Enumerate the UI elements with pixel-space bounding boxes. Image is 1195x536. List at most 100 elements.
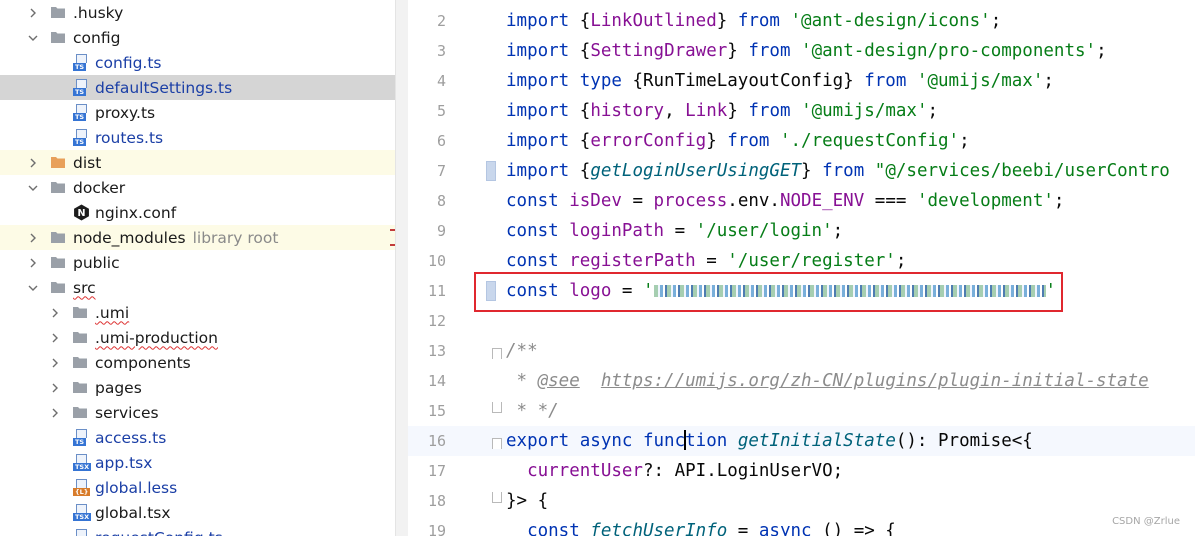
- tree-item[interactable]: services: [0, 400, 395, 425]
- line-number: 15: [427, 402, 446, 420]
- line-number: 9: [436, 222, 446, 240]
- tree-item[interactable]: {L} global.less: [0, 475, 395, 500]
- tree-item[interactable]: Nnginx.conf: [0, 200, 395, 225]
- tree-item[interactable]: TS routes.ts: [0, 125, 395, 150]
- line-number: 17: [427, 462, 446, 480]
- code-line[interactable]: 19 const fetchUserInfo = async () => {: [408, 516, 1195, 536]
- tree-item-label: requestConfig.ts: [95, 529, 223, 536]
- tree-item-label: access.ts: [95, 428, 167, 447]
- folder-icon: [72, 354, 88, 370]
- code-line[interactable]: 3 import {SettingDrawer} from '@ant-desig…: [408, 36, 1195, 66]
- code-line[interactable]: 9 const loginPath = '/user/login';: [408, 216, 1195, 246]
- code-line[interactable]: 8 const isDev = process.env.NODE_ENV === …: [408, 186, 1195, 216]
- code-line[interactable]: 13 /**: [408, 336, 1195, 366]
- code-line[interactable]: 6 import {errorConfig} from './requestCon…: [408, 126, 1195, 156]
- code-text: import {SettingDrawer} from '@ant-design…: [506, 41, 1107, 61]
- tree-item-label: .husky: [73, 3, 124, 22]
- chevron-down-icon[interactable]: [27, 282, 39, 294]
- tree-item[interactable]: .umi-production: [0, 325, 395, 350]
- line-number: 10: [427, 252, 446, 270]
- fold-icon[interactable]: [492, 402, 502, 413]
- ts-file-icon: TS: [73, 104, 90, 121]
- tree-item[interactable]: TS access.ts: [0, 425, 395, 450]
- tree-item-label: src: [73, 278, 96, 297]
- chevron-right-icon[interactable]: [49, 307, 61, 319]
- tree-item[interactable]: .husky: [0, 0, 395, 25]
- chevron-right-icon[interactable]: [49, 382, 61, 394]
- tree-item[interactable]: public: [0, 250, 395, 275]
- chevron-right-icon[interactable]: [49, 332, 61, 344]
- line-number: 5: [436, 102, 446, 120]
- folder-icon: [72, 379, 88, 395]
- tree-item[interactable]: docker: [0, 175, 395, 200]
- folder-icon: [72, 329, 88, 345]
- code-text: /**: [506, 341, 538, 361]
- tree-item[interactable]: TS proxy.ts: [0, 100, 395, 125]
- fold-icon[interactable]: [492, 348, 502, 359]
- line-number: 12: [427, 312, 446, 330]
- code-line[interactable]: 4 import type {RunTimeLayoutConfig} from …: [408, 66, 1195, 96]
- tree-item[interactable]: node_modules library root: [0, 225, 395, 250]
- code-line[interactable]: 16 export async function getInitialState(…: [408, 426, 1195, 456]
- tree-item-label: components: [95, 353, 191, 372]
- ts-file-icon: TS: [73, 54, 90, 71]
- tree-item-label: defaultSettings.ts: [95, 78, 233, 97]
- tree-item-label: global.tsx: [95, 503, 171, 522]
- tree-item[interactable]: components: [0, 350, 395, 375]
- chevron-right-icon[interactable]: [49, 407, 61, 419]
- tree-item[interactable]: .umi: [0, 300, 395, 325]
- tree-item-label: config.ts: [95, 53, 162, 72]
- code-text: export async function getInitialState():…: [506, 430, 1033, 451]
- chevron-right-icon[interactable]: [27, 232, 39, 244]
- code-text: import type {RunTimeLayoutConfig} from '…: [506, 71, 1054, 91]
- tree-item-label: proxy.ts: [95, 103, 156, 122]
- code-editor[interactable]: 2 import {LinkOutlined} from '@ant-design…: [408, 0, 1195, 536]
- chevron-down-icon[interactable]: [27, 182, 39, 194]
- change-marker: [486, 161, 496, 181]
- tree-item[interactable]: config: [0, 25, 395, 50]
- ts-file-icon: TS: [73, 79, 90, 96]
- tree-item-label: routes.ts: [95, 128, 164, 147]
- less-file-icon: {L}: [73, 479, 91, 496]
- chevron-down-icon[interactable]: [27, 32, 39, 44]
- chevron-right-icon[interactable]: [27, 7, 39, 19]
- code-text: currentUser?: API.LoginUserVO;: [527, 461, 844, 481]
- tree-item[interactable]: TS defaultSettings.ts: [0, 75, 395, 100]
- line-number: 14: [427, 372, 446, 390]
- chevron-right-icon[interactable]: [27, 257, 39, 269]
- line-number: 6: [436, 132, 446, 150]
- tree-item[interactable]: src: [0, 275, 395, 300]
- code-line[interactable]: 5 import {history, Link} from '@umijs/max…: [408, 96, 1195, 126]
- tree-item[interactable]: TSX global.tsx: [0, 500, 395, 525]
- folder-icon: [72, 404, 88, 420]
- folder-icon: [50, 254, 66, 270]
- svg-text:N: N: [78, 208, 86, 219]
- tree-item[interactable]: TSX app.tsx: [0, 450, 395, 475]
- folder-icon: [50, 229, 66, 245]
- code-line[interactable]: 17 currentUser?: API.LoginUserVO;: [408, 456, 1195, 486]
- tree-item[interactable]: pages: [0, 375, 395, 400]
- folder-icon: [72, 304, 88, 320]
- tree-item[interactable]: TS requestConfig.ts: [0, 525, 395, 536]
- watermark: CSDN @Zrlue: [1112, 516, 1180, 527]
- tree-item-suffix: library root: [192, 228, 279, 247]
- panel-splitter[interactable]: [395, 0, 408, 536]
- annotation-highlight-box: [474, 272, 1063, 312]
- code-line[interactable]: 14 * @see https://umijs.org/zh-CN/plugin…: [408, 366, 1195, 396]
- fold-icon[interactable]: [492, 438, 502, 449]
- tree-item[interactable]: TS config.ts: [0, 50, 395, 75]
- code-line[interactable]: 15 * */: [408, 396, 1195, 426]
- code-text: import {LinkOutlined} from '@ant-design/…: [506, 11, 1002, 31]
- tree-item[interactable]: dist: [0, 150, 395, 175]
- folder-icon: [50, 179, 66, 195]
- project-tree: .husky config TS config.ts TS defaultSettings…: [0, 0, 395, 536]
- chevron-right-icon[interactable]: [49, 357, 61, 369]
- fold-icon[interactable]: [492, 492, 502, 503]
- tree-item-label: app.tsx: [95, 453, 153, 472]
- tree-item-label: nginx.conf: [95, 203, 177, 222]
- code-line[interactable]: 7 import {getLoginUserUsingGET} from "@/s…: [408, 156, 1195, 186]
- line-number: 7: [436, 162, 446, 180]
- code-line[interactable]: 18}> {: [408, 486, 1195, 516]
- code-line[interactable]: 2 import {LinkOutlined} from '@ant-design…: [408, 6, 1195, 36]
- chevron-right-icon[interactable]: [27, 157, 39, 169]
